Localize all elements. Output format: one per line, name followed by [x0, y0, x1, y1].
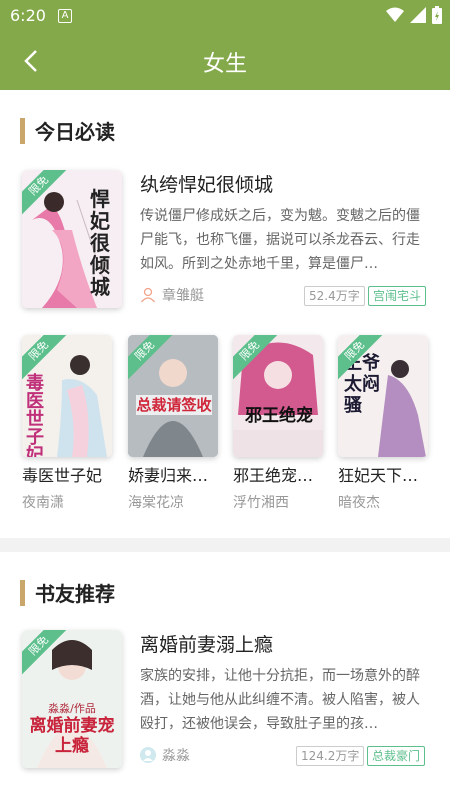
status-bar: 6:20 A: [0, 0, 450, 32]
grid-book-author: 海棠花凉: [128, 495, 184, 511]
word-count-badge: 124.2万字: [296, 746, 365, 766]
section-title: 今日必读: [35, 120, 115, 144]
user-avatar-icon: [140, 747, 156, 763]
user-icon: [140, 287, 156, 303]
grid-book-author: 暗夜杰: [338, 495, 380, 511]
status-icons: [386, 6, 442, 24]
word-count-badge: 52.4万字: [304, 286, 365, 306]
featured-book-cover[interactable]: 淼淼/作品 离婚前妻宠上瘾 限免: [22, 630, 122, 768]
grid-book-title[interactable]: 毒医世子妃: [22, 462, 122, 486]
section-reader-recommend: 书友推荐 淼淼/作品 离婚前妻宠上瘾 限免 离婚前妻溺上瘾 家族的安排，让他十分…: [0, 552, 450, 800]
section-header: 今日必读: [20, 116, 115, 145]
cover-title-text: 邪王绝宠: [245, 406, 313, 426]
featured-author-name: 章雏艇: [162, 288, 204, 304]
featured-book-title[interactable]: 离婚前妻溺上瘾: [140, 630, 273, 657]
grid-book-cover[interactable]: 邪王绝宠 限免: [233, 335, 323, 457]
cover-title-text: 悍妃很倾城: [90, 187, 110, 299]
section-accent-bar: [20, 579, 25, 606]
cover-subtitle-text: 淼淼/作品: [48, 702, 96, 715]
category-badge[interactable]: 宫闱宅斗: [368, 286, 427, 306]
featured-book-cover[interactable]: 悍妃很倾城 限免: [22, 170, 122, 308]
cover-title-text: 毒医世子妃: [26, 373, 44, 458]
signal-icon: [410, 7, 426, 23]
featured-book-title[interactable]: 纨绔悍妃很倾城: [140, 170, 273, 197]
wifi-icon: [386, 7, 404, 22]
grid-book-cover[interactable]: 毒医世子妃 限免: [22, 335, 112, 457]
grid-book-title[interactable]: 狂妃天下…: [338, 462, 438, 486]
grid-book-cover[interactable]: 王爷太闷骚 限免: [338, 335, 428, 457]
notification-icon: A: [58, 9, 72, 23]
section-title: 书友推荐: [35, 582, 115, 606]
category-badge[interactable]: 总裁豪门: [367, 746, 426, 766]
battery-icon: [432, 6, 442, 24]
page-title: 女生: [202, 52, 247, 77]
featured-book-description: 传说僵尸修成妖之后，变为魃。变魃之后的僵尸能飞，也称飞僵，据说可以杀龙吞云、行走…: [140, 208, 420, 272]
grid-book-author: 夜南潇: [22, 495, 64, 511]
grid-book-title[interactable]: 邪王绝宠…: [233, 462, 333, 486]
featured-author-row: 淼淼: [140, 745, 190, 765]
section-today-must-read: 今日必读 悍妃很倾城 限免 纨绔悍妃很倾城 传说僵尸修成妖之后，变为魃。变魃之后…: [0, 90, 450, 538]
cover-title-text: 离婚前妻宠上瘾: [29, 716, 115, 756]
grid-book-title[interactable]: 娇妻归来…: [128, 462, 228, 486]
section-accent-bar: [20, 117, 25, 144]
cover-title-text: 总裁请签收: [136, 395, 212, 415]
featured-author-name: 淼淼: [162, 748, 190, 764]
featured-book-description: 家族的安排，让他十分抗拒，而一场意外的醉酒，让她与他从此纠缠不清。被人陷害，被人…: [140, 668, 420, 732]
grid-book-cover[interactable]: 总裁请签收 限免: [128, 335, 218, 457]
section-header: 书友推荐: [20, 578, 115, 607]
featured-author-row: 章雏艇: [140, 285, 204, 305]
grid-book-author: 浮竹湘西: [233, 495, 289, 511]
status-time: 6:20: [10, 6, 46, 25]
app-bar: 女生: [0, 32, 450, 90]
